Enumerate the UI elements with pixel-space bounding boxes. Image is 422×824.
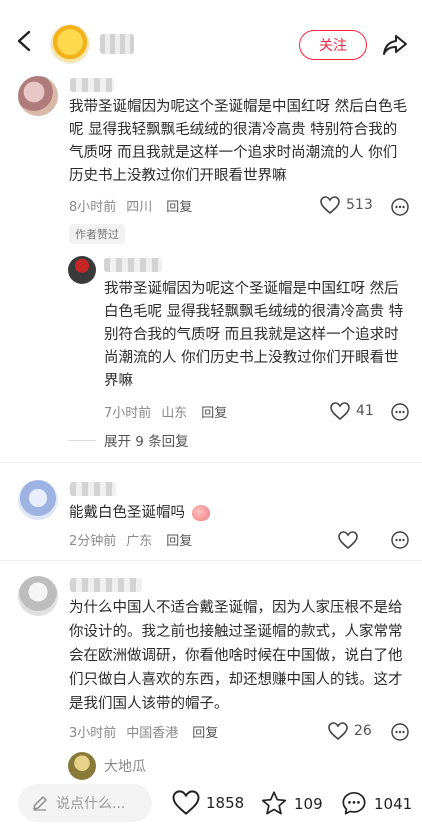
peach-emoji-icon xyxy=(191,505,210,521)
reply-text: 我带圣诞帽因为呢这个圣诞帽是中国红呀 然后白色毛呢 显得我轻飘飘毛绒绒的很清冷高… xyxy=(104,281,404,389)
pencil-icon xyxy=(33,796,47,811)
comment-count: 1041 xyxy=(374,794,413,813)
heart-icon xyxy=(320,196,340,214)
reply-button[interactable]: 回复 xyxy=(166,530,192,549)
replier-name-redacted[interactable] xyxy=(104,258,162,272)
follow-button[interactable]: 关注 xyxy=(299,30,367,60)
like-count: 1858 xyxy=(206,793,245,812)
commenter-avatar[interactable] xyxy=(18,76,58,116)
comment-location: 中国香港 xyxy=(126,726,179,741)
like-count: 41 xyxy=(356,403,374,419)
comment-input[interactable]: 说点什么... xyxy=(18,784,152,822)
commenter-name-redacted[interactable] xyxy=(70,78,114,92)
comment-bubble-icon xyxy=(342,791,366,815)
comment-time: 3小时前 xyxy=(69,726,117,741)
like-button[interactable]: 26 xyxy=(328,722,372,740)
comment-text: 为什么中国人不适合戴圣诞帽，因为人家压根不是给你设计的。我之前也接触过圣诞帽的款… xyxy=(69,600,403,712)
reply-meta: 7小时前 山东 回复 xyxy=(104,402,227,421)
commenter-name-redacted[interactable] xyxy=(70,578,142,592)
comment-location: 广东 xyxy=(126,534,153,549)
commenter-name-redacted[interactable] xyxy=(70,482,116,496)
like-count: 513 xyxy=(346,197,373,213)
more-options-icon[interactable] xyxy=(390,402,410,422)
reply-time: 7小时前 xyxy=(104,406,152,421)
commenter-avatar[interactable] xyxy=(18,480,58,520)
replier-avatar[interactable] xyxy=(68,752,96,780)
reply-button[interactable]: 回复 xyxy=(201,402,227,421)
collect-button[interactable]: 109 xyxy=(260,790,323,817)
author-name-redacted[interactable] xyxy=(100,34,134,54)
comment-meta: 8小时前 四川 回复 xyxy=(69,196,192,215)
comment-button[interactable]: 1041 xyxy=(340,790,412,817)
more-options-icon[interactable] xyxy=(390,197,410,217)
reply-button[interactable]: 回复 xyxy=(166,196,192,215)
reply-button[interactable]: 回复 xyxy=(192,722,218,741)
expand-divider xyxy=(68,439,96,441)
divider xyxy=(0,462,422,463)
like-button[interactable]: 1858 xyxy=(172,790,244,815)
like-count: 26 xyxy=(354,723,372,739)
heart-icon xyxy=(328,722,348,740)
reply-location: 山东 xyxy=(161,406,188,421)
comment-meta: 2分钟前 广东 回复 xyxy=(69,530,192,549)
expand-label: 展开 9 条回复 xyxy=(104,434,189,450)
author-avatar[interactable] xyxy=(50,24,90,64)
comment-text: 我带圣诞帽因为呢这个圣诞帽是中国红呀 然后白色毛呢 显得我轻飘飘毛绒绒的很清冷高… xyxy=(69,99,408,184)
comment-location: 四川 xyxy=(126,200,153,215)
author-liked-badge: 作者赞过 xyxy=(69,224,125,244)
comment-input-placeholder: 说点什么... xyxy=(56,796,126,812)
replier-name[interactable]: 大地瓜 xyxy=(104,756,146,776)
like-button[interactable]: 41 xyxy=(330,402,374,420)
commenter-avatar[interactable] xyxy=(18,576,58,616)
share-icon[interactable] xyxy=(382,32,408,58)
heart-icon xyxy=(172,790,200,815)
heart-icon xyxy=(330,402,350,420)
back-arrow-icon[interactable] xyxy=(14,30,36,52)
comment-text: 能戴白色圣诞帽吗 xyxy=(69,502,369,525)
top-bar: 关注 xyxy=(0,0,422,64)
replier-avatar[interactable] xyxy=(68,256,96,284)
comment-time: 8小时前 xyxy=(69,200,117,215)
comment-meta: 3小时前 中国香港 回复 xyxy=(69,722,218,741)
more-options-icon[interactable] xyxy=(390,530,410,550)
comment-time: 2分钟前 xyxy=(69,534,117,549)
divider xyxy=(0,560,422,561)
star-icon xyxy=(261,791,287,815)
more-options-icon[interactable] xyxy=(390,722,410,742)
star-count: 109 xyxy=(294,794,323,813)
heart-icon[interactable] xyxy=(338,531,358,549)
bottom-action-bar: 说点什么... 1858 109 1041 xyxy=(0,784,422,824)
expand-replies-button[interactable]: 展开 9 条回复 xyxy=(68,430,189,450)
like-button[interactable]: 513 xyxy=(320,196,373,214)
comment-text-content: 能戴白色圣诞帽吗 xyxy=(69,505,185,521)
